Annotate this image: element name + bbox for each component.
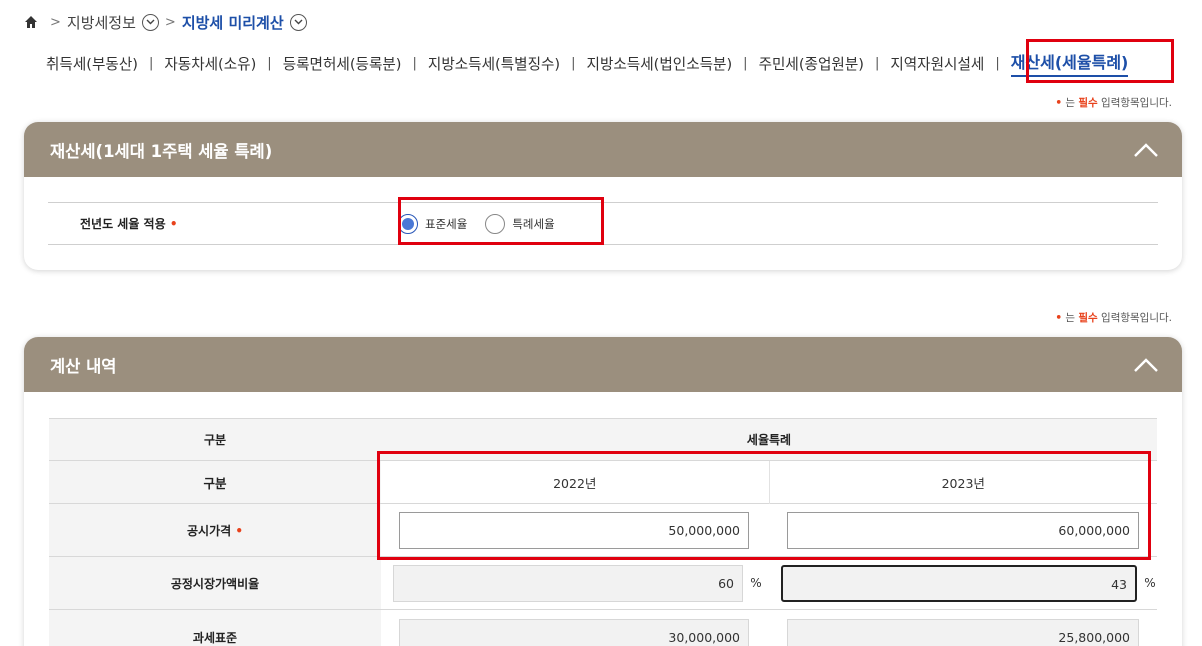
- tax-base-2022: 30,000,000: [399, 618, 749, 646]
- row-label: 과세표준: [49, 609, 381, 646]
- base-cell: 25,800,000: [769, 609, 1157, 646]
- radio-highlight-box: [398, 197, 604, 245]
- chevron-down-icon[interactable]: [141, 13, 159, 31]
- ratio-2023-input[interactable]: 43: [781, 564, 1137, 602]
- ratio-2022-input[interactable]: 60: [393, 564, 743, 602]
- panel-header[interactable]: 계산 내역: [24, 337, 1182, 392]
- tax-base-2023: 25,800,000: [787, 618, 1139, 646]
- tab-vehicle-tax[interactable]: 자동차세(소유): [164, 53, 256, 74]
- breadcrumb-parent[interactable]: 지방세정보: [67, 12, 136, 33]
- ratio-cell: 60 %: [381, 556, 769, 610]
- tab-local-income-tax-corporate[interactable]: 지방소득세(법인소득분): [587, 53, 733, 74]
- row-label: 공시가격 •: [49, 503, 381, 557]
- tab-local-income-tax-special[interactable]: 지방소득세(특별징수): [428, 53, 560, 74]
- ratio-cell: 43 %: [769, 556, 1157, 610]
- required-note: • 는 필수 입력항목입니다.: [1055, 312, 1172, 324]
- tab-divider: |: [874, 55, 880, 71]
- panel-title: 재산세(1세대 1주택 세율 특례): [50, 141, 273, 161]
- chevron-up-icon[interactable]: [1132, 356, 1160, 374]
- tab-regional-resource-tax[interactable]: 지역자원시설세: [890, 53, 984, 74]
- tab-divider: |: [995, 55, 1000, 71]
- tab-highlight-box: [1026, 39, 1174, 83]
- property-tax-panel: 재산세(1세대 1주택 세율 특례) 전년도 세율 적용 • 표준세율 특례세율: [24, 122, 1182, 270]
- tax-tabs: 취득세(부동산) | 자동차세(소유) | 등록면허세(등록분) | 지방소득세…: [46, 50, 1129, 77]
- chevron-right-icon: >: [50, 14, 61, 30]
- table-row: 공정시장가액비율 60 % 43 %: [49, 556, 1157, 610]
- breadcrumb: > 지방세정보 > 지방세 미리계산: [24, 11, 307, 33]
- tab-resident-tax[interactable]: 주민세(종업원분): [759, 53, 864, 74]
- table-row: 과세표준 30,000,000 25,800,000: [49, 609, 1157, 646]
- chevron-right-icon: >: [164, 14, 176, 30]
- required-note: • 는 필수 입력항목입니다.: [1055, 97, 1172, 109]
- tab-acquisition-tax[interactable]: 취득세(부동산): [46, 53, 138, 74]
- tab-divider: |: [267, 55, 272, 71]
- row-label: 공정시장가액비율: [49, 556, 381, 610]
- table-header: 구분: [49, 418, 381, 461]
- tab-divider: |: [412, 55, 417, 71]
- row-label: 구분: [49, 460, 381, 504]
- chevron-up-icon[interactable]: [1132, 141, 1160, 159]
- tab-registration-tax[interactable]: 등록면허세(등록분): [283, 53, 402, 74]
- base-cell: 30,000,000: [381, 609, 769, 646]
- panel-title: 계산 내역: [50, 356, 117, 376]
- field-label: 전년도 세율 적용 •: [80, 217, 178, 231]
- breadcrumb-current[interactable]: 지방세 미리계산: [182, 12, 284, 33]
- tab-divider: |: [743, 55, 748, 71]
- percent-unit: %: [1144, 576, 1156, 590]
- percent-unit: %: [750, 576, 762, 590]
- tab-divider: |: [571, 55, 576, 71]
- tab-divider: |: [148, 55, 154, 71]
- chevron-down-icon[interactable]: [289, 13, 307, 31]
- home-icon[interactable]: [24, 15, 38, 29]
- panel-header[interactable]: 재산세(1세대 1주택 세율 특례): [24, 122, 1182, 177]
- input-highlight-box: [377, 451, 1151, 560]
